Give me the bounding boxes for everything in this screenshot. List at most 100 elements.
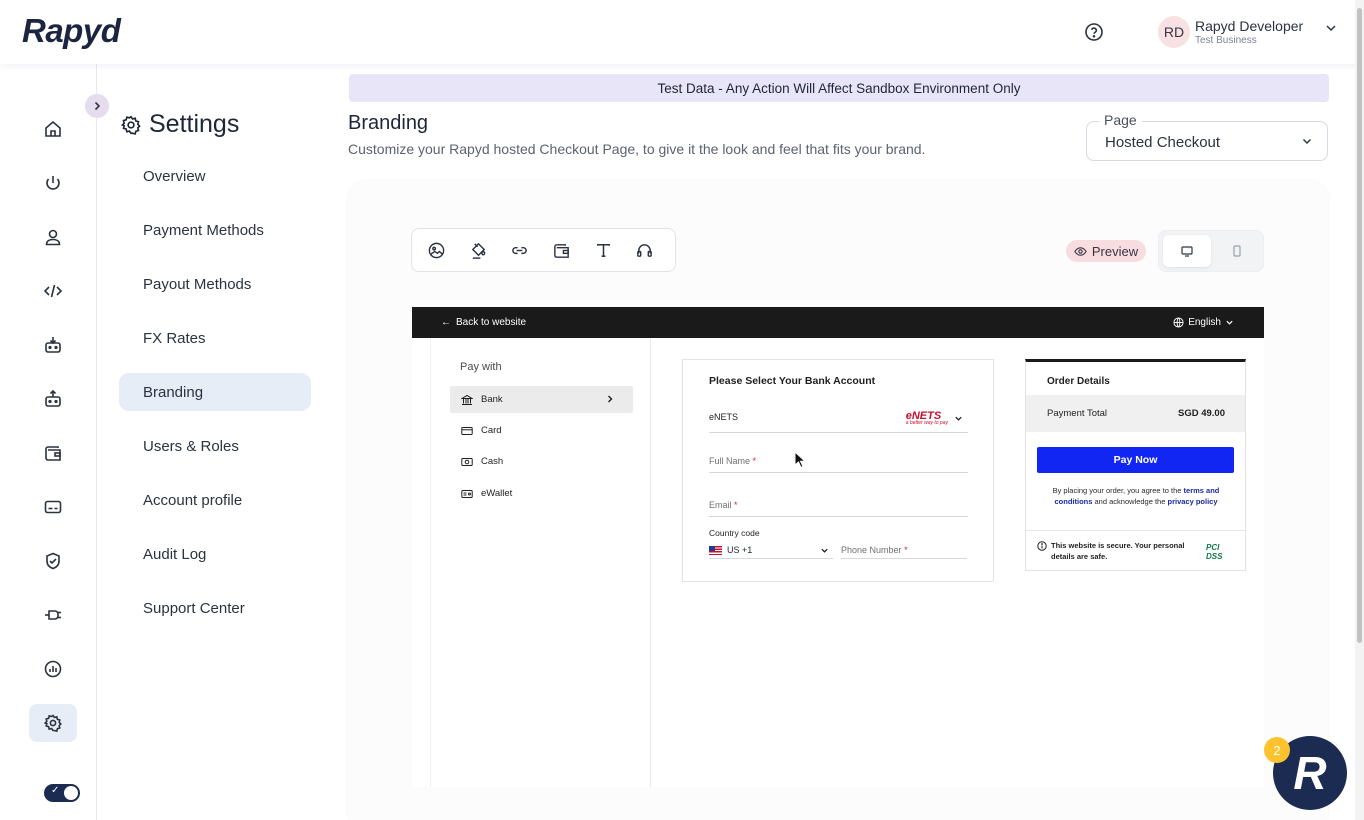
phone-number-field[interactable]: Phone Number * — [841, 542, 967, 559]
pay-now-button[interactable]: Pay Now — [1037, 447, 1234, 473]
agreement-middle: and acknowledge the — [1094, 497, 1166, 506]
submenu-item-payout-methods[interactable]: Payout Methods — [119, 265, 311, 303]
submenu-item-branding[interactable]: Branding — [119, 373, 311, 411]
submenu-item-account-profile[interactable]: Account profile — [119, 481, 311, 519]
method-bank[interactable]: Bank — [450, 386, 633, 413]
device-toggle — [1158, 230, 1264, 272]
chevron-down-icon — [1324, 21, 1338, 35]
headset-icon[interactable] — [633, 235, 675, 265]
code-icon[interactable] — [29, 272, 77, 310]
settings-title: Settings — [149, 110, 240, 138]
chevron-right-icon — [94, 101, 101, 111]
bank-select-value: eNETS — [709, 412, 739, 422]
reports-icon[interactable] — [29, 650, 77, 688]
submenu-item-overview[interactable]: Overview — [119, 157, 311, 195]
checkout-topbar: ← Back to website English — [412, 307, 1264, 338]
method-ewallet[interactable]: eWallet — [450, 480, 633, 507]
rapyd-logo[interactable]: Rapyd — [22, 12, 121, 50]
wallet-icon[interactable] — [29, 434, 77, 472]
text-icon[interactable] — [592, 235, 634, 265]
payment-total-label: Payment Total — [1047, 408, 1108, 419]
plug-icon[interactable] — [29, 596, 77, 634]
preview-badge[interactable]: Preview — [1066, 240, 1146, 262]
page-select[interactable]: Page Hosted Checkout — [1086, 112, 1328, 161]
theme-toggle[interactable]: ✓ — [44, 784, 80, 802]
country-code-select[interactable]: US +1 — [709, 542, 833, 559]
submenu-item-support-center[interactable]: Support Center — [119, 589, 311, 627]
bank-select[interactable]: eNETS eNETS a better way to pay — [709, 410, 968, 433]
chevron-down-icon — [821, 548, 828, 553]
chevron-right-icon — [608, 395, 613, 403]
eye-icon — [1074, 246, 1087, 256]
email-field[interactable]: Email * — [709, 500, 968, 517]
submenu-item-payment-methods[interactable]: Payment Methods — [119, 211, 311, 249]
bank-icon — [461, 394, 473, 405]
full-name-field[interactable]: Full Name * — [709, 456, 968, 473]
image-icon[interactable] — [425, 235, 467, 265]
required-mark: * — [752, 456, 757, 466]
secure-notice: This website is secure. Your personal de… — [1026, 530, 1245, 570]
card-icon[interactable] — [29, 488, 77, 526]
back-to-website-label: Back to website — [456, 317, 527, 328]
order-details-title: Order Details — [1047, 376, 1110, 387]
page-scrollbar[interactable] — [1355, 0, 1364, 820]
gear-icon[interactable] — [29, 704, 77, 742]
required-mark: * — [904, 545, 908, 555]
power-icon[interactable] — [29, 164, 77, 202]
sandbox-banner: Test Data - Any Action Will Affect Sandb… — [349, 74, 1329, 102]
full-name-label: Full Name — [709, 456, 751, 466]
language-label: English — [1188, 317, 1221, 328]
submenu-item-audit-log[interactable]: Audit Log — [119, 535, 311, 573]
paint-bucket-icon[interactable] — [467, 235, 509, 265]
help-circle-icon[interactable] — [1083, 21, 1105, 43]
arrow-left-icon: ← — [441, 317, 451, 328]
back-to-website-link[interactable]: ← Back to website — [441, 317, 526, 328]
page-select-label: Page — [1099, 112, 1142, 128]
country-code-value: US +1 — [727, 545, 753, 555]
method-cash-label: Cash — [481, 456, 504, 467]
pci-dss-logo: PCI DSS — [1206, 543, 1223, 561]
payment-total-row: Payment Total SGD 49.00 — [1026, 395, 1245, 432]
enets-logo: eNETS a better way to pay — [906, 410, 948, 426]
scrollbar-thumb[interactable] — [1357, 8, 1362, 643]
checkout-preview: ← Back to website English Pay with Bank … — [412, 307, 1264, 787]
preview-label: Preview — [1091, 243, 1139, 259]
card-icon — [461, 426, 473, 435]
wallet-icon[interactable] — [550, 235, 592, 265]
expand-sidebar-button[interactable] — [85, 94, 109, 118]
notification-badge: 2 — [1264, 737, 1290, 763]
user-menu[interactable]: RD Rapyd Developer Test Business — [1158, 15, 1338, 49]
avatar: RD — [1158, 16, 1190, 48]
desktop-icon[interactable] — [1163, 235, 1211, 267]
privacy-link[interactable]: privacy policy — [1167, 497, 1217, 506]
mobile-icon[interactable] — [1213, 235, 1261, 267]
language-select[interactable]: English — [1173, 317, 1234, 328]
chevron-down-icon — [1303, 139, 1311, 144]
link-icon[interactable] — [508, 235, 550, 265]
method-cash[interactable]: Cash — [450, 448, 633, 475]
chevron-down-icon — [1226, 320, 1233, 325]
branding-toolbar — [411, 228, 676, 272]
payment-total-value: SGD 49.00 — [1178, 408, 1225, 419]
icon-sidebar: ✓ — [0, 64, 97, 820]
mouse-cursor-icon — [794, 451, 806, 469]
info-icon — [1037, 541, 1047, 551]
payment-methods-panel: Pay with Bank Card Cash eWallet — [430, 338, 651, 787]
pay-with-label: Pay with — [460, 361, 502, 373]
collect-icon[interactable] — [29, 326, 77, 364]
user-icon[interactable] — [29, 218, 77, 256]
page-title: Branding — [348, 112, 429, 134]
country-code-label: Country code — [709, 528, 760, 538]
phone-number-label: Phone Number — [841, 545, 902, 555]
secure-text: This website is secure. Your personal de… — [1051, 541, 1185, 561]
required-mark: * — [734, 500, 738, 510]
submenu-item-fx-rates[interactable]: FX Rates — [119, 319, 311, 357]
home-icon[interactable] — [29, 110, 77, 148]
order-details-panel: Order Details Payment Total SGD 49.00 Pa… — [1025, 359, 1246, 571]
disburse-icon[interactable] — [29, 380, 77, 418]
submenu-item-users-roles[interactable]: Users & Roles — [119, 427, 311, 465]
enets-tagline: a better way to pay — [905, 420, 948, 426]
ewallet-icon — [461, 489, 473, 498]
shield-check-icon[interactable] — [29, 542, 77, 580]
method-card[interactable]: Card — [450, 417, 633, 444]
